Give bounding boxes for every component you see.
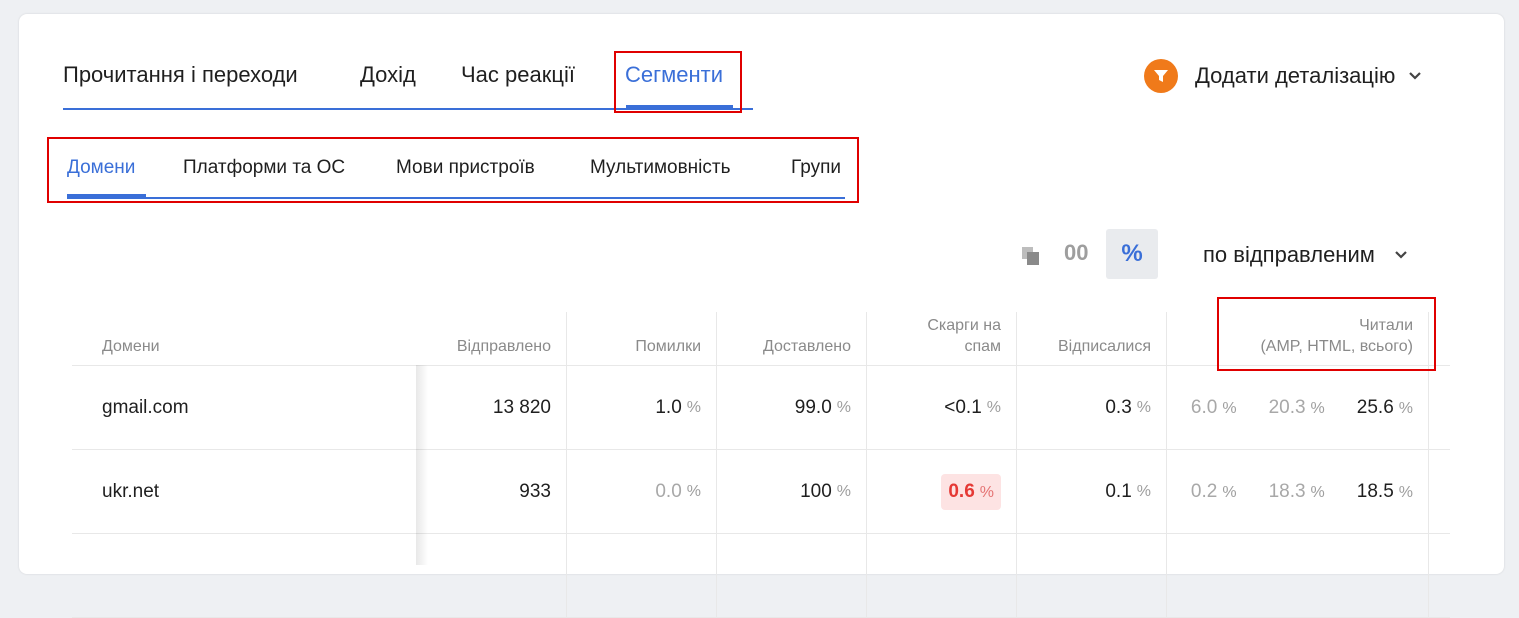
cell-errors: 1.0% (567, 366, 717, 449)
read-total-value: 25.6% (1356, 396, 1413, 418)
cell-spam: 0.6% (867, 450, 1017, 533)
col-header-unsubscribed[interactable]: Відписалися (1017, 312, 1167, 365)
active-tab-indicator (626, 105, 733, 109)
subtab-platforms-os[interactable]: Платформи та ОС (183, 157, 345, 179)
cell-sent: 13 820 (416, 366, 567, 449)
percent-values-button[interactable]: % (1106, 229, 1158, 279)
table-row[interactable]: ukr.net 933 0.0% 100% 0.6% 0.1% 0.2% 18.… (72, 450, 1450, 534)
subtab-device-languages[interactable]: Мови пристроїв (396, 157, 535, 179)
cell-spam: <0.1% (867, 366, 1017, 449)
sub-tabs: Домени Платформи та ОС Мови пристроїв Му… (67, 144, 845, 200)
active-subtab-indicator (67, 194, 146, 198)
funnel-icon (1144, 59, 1178, 93)
add-breakdown-button[interactable]: Додати деталізацію (1144, 58, 1423, 94)
tab-reaction-time[interactable]: Час реакції (461, 62, 575, 88)
cell-unsubscribed: 0.1% (1017, 450, 1167, 533)
spam-alert-badge: 0.6% (941, 473, 1001, 510)
chevron-down-icon (1395, 251, 1407, 259)
absolute-values-button[interactable]: 00 (1064, 240, 1088, 266)
copy-icon[interactable] (1019, 244, 1043, 268)
sub-tabs-underline (67, 197, 845, 199)
tab-segments[interactable]: Сегменти (625, 62, 723, 88)
segments-card: Прочитання і переходи Дохід Час реакції … (19, 14, 1504, 618)
read-amp-value: 0.2% (1190, 480, 1237, 502)
col-header-sent[interactable]: Відправлено (416, 312, 567, 365)
col-header-spam[interactable]: Скарги на спам (867, 312, 1017, 365)
read-amp-value: 6.0% (1190, 396, 1237, 418)
cell-delivered: 100% (717, 450, 867, 533)
cell-domain: gmail.com (102, 396, 189, 418)
cell-unsubscribed: 0.3% (1017, 366, 1167, 449)
read-html-value: 18.3% (1268, 480, 1325, 502)
by-sent-select[interactable]: по відправленим (1203, 242, 1409, 268)
subtab-multilanguage[interactable]: Мультимовність (590, 157, 730, 179)
add-breakdown-label: Додати деталізацію (1195, 63, 1396, 88)
main-tabs: Прочитання і переходи Дохід Час реакції … (63, 14, 753, 110)
cell-errors: 0.0% (567, 450, 717, 533)
table-row[interactable] (72, 534, 1450, 618)
tab-reads-and-clicks[interactable]: Прочитання і переходи (63, 62, 298, 88)
cell-domain: ukr.net (102, 480, 160, 502)
subtab-groups[interactable]: Групи (791, 157, 841, 179)
domains-table: Домени Відправлено Помилки Доставлено Ск… (72, 312, 1450, 618)
table-header: Домени Відправлено Помилки Доставлено Ск… (72, 312, 1450, 366)
table-row[interactable]: gmail.com 13 820 1.0% 99.0% <0.1% 0.3% 6… (72, 366, 1450, 450)
col-header-domain[interactable]: Домени (72, 312, 416, 365)
tab-revenue[interactable]: Дохід (360, 62, 416, 88)
by-sent-label: по відправленим (1203, 242, 1375, 267)
cell-read: 6.0% 20.3% 25.6% (1167, 366, 1429, 449)
col-header-delivered[interactable]: Доставлено (717, 312, 867, 365)
read-total-value: 18.5% (1356, 480, 1413, 502)
read-html-value: 20.3% (1268, 396, 1325, 418)
cell-sent: 933 (416, 450, 567, 533)
col-header-errors[interactable]: Помилки (567, 312, 717, 365)
cell-delivered: 99.0% (717, 366, 867, 449)
chevron-down-icon (1409, 72, 1422, 80)
cell-read: 0.2% 18.3% 18.5% (1167, 450, 1429, 533)
col-header-read[interactable]: Читали (AMP, HTML, всього) (1167, 312, 1429, 365)
subtab-domains[interactable]: Домени (67, 157, 135, 179)
